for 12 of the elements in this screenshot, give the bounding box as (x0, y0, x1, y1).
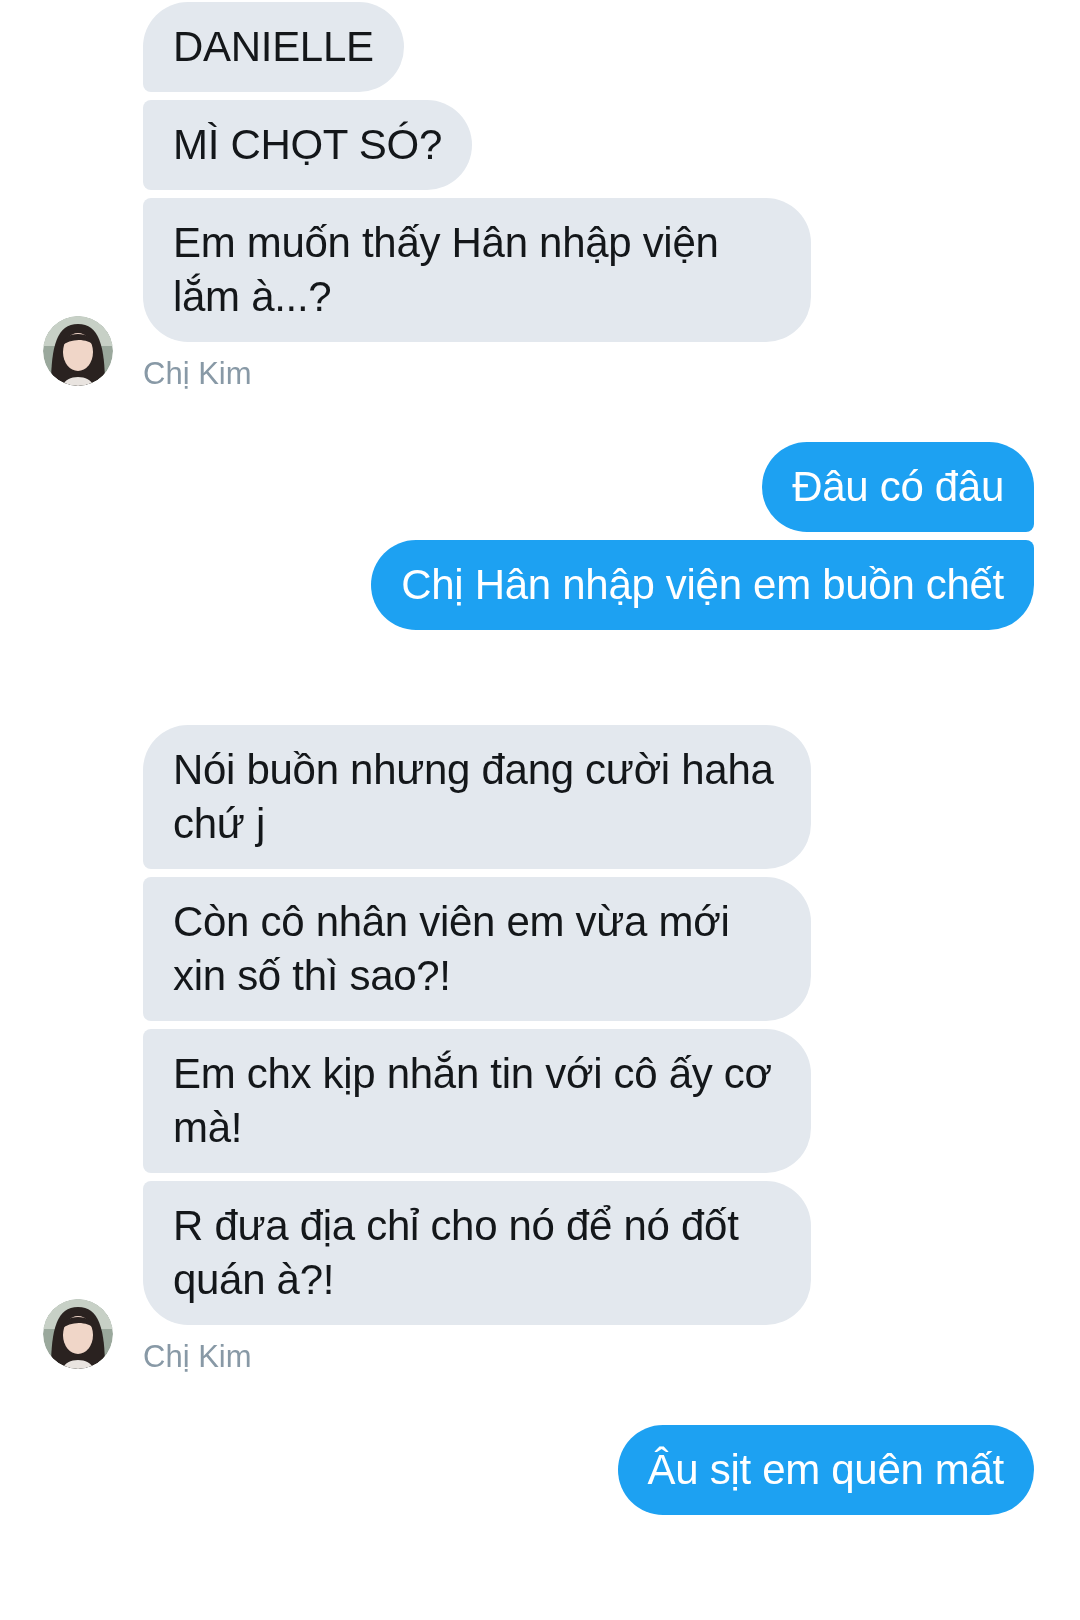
message-bubble: Em chx kịp nhắn tin với cô ấy cơ mà! (143, 1029, 811, 1173)
message-bubble: Đâu có đâu (762, 442, 1034, 532)
sender-name: Chị Kim (143, 1338, 253, 1376)
message-bubble: Chị Hân nhập viện em buồn chết (371, 540, 1034, 630)
message-bubble: DANIELLE (143, 2, 404, 92)
sender-name: Chị Kim (143, 355, 253, 393)
message-bubble: R đưa địa chỉ cho nó để nó đốt quán à?! (143, 1181, 811, 1325)
message-bubble: MÌ CHỌT SÓ? (143, 100, 472, 190)
message-bubble: Em muốn thấy Hân nhập viện lắm à...? (143, 198, 811, 342)
message-bubble: Âu sịt em quên mất (617, 1425, 1034, 1515)
message-bubble: Nói buồn nhưng đang cười haha chứ j (143, 725, 811, 869)
message-bubble: Còn cô nhân viên em vừa mới xin số thì sao?! (143, 877, 811, 1021)
